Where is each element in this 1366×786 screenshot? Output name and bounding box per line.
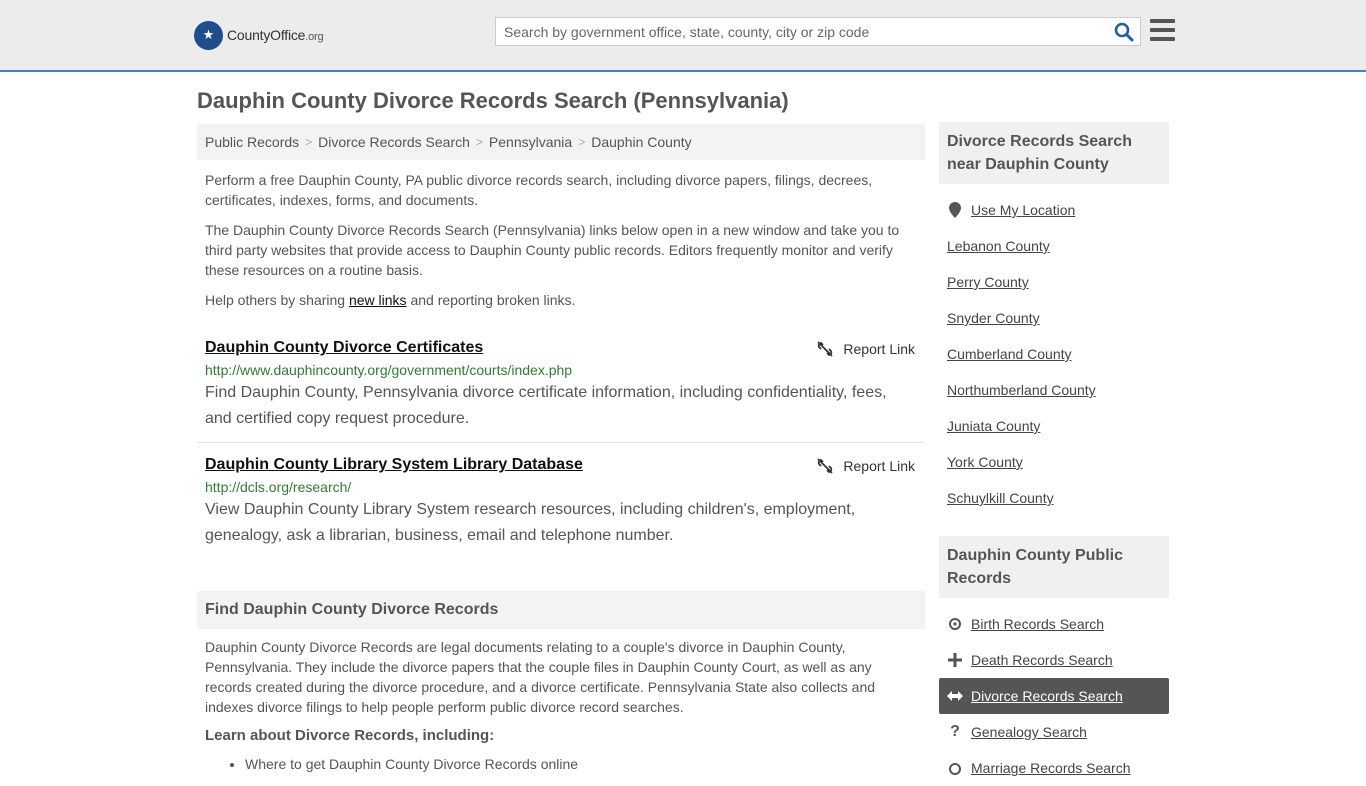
search-box [495,17,1141,46]
question-icon: ? [950,723,960,740]
logo-tld: .org [305,31,324,43]
nearby-list: Use My Location Lebanon County Perry Cou… [939,192,1169,516]
ring-icon [947,761,963,775]
public-records-block: Dauphin County Public Records Birth Reco… [939,536,1169,786]
sidebar-item-genealogy[interactable]: ? Genealogy Search [939,714,1169,750]
main-content: Public Records > Divorce Records Search … [197,124,925,772]
result-description: Find Dauphin County, Pennsylvania divorc… [205,384,887,427]
nearby-county-item[interactable]: Lebanon County [939,228,1169,264]
intro-paragraph-3: Help others by sharing new links and rep… [205,292,576,308]
report-link-label: Report Link [843,458,915,474]
broken-link-icon [817,458,834,474]
intro-paragraph-2: The Dauphin County Divorce Records Searc… [205,222,900,278]
breadcrumb: Public Records > Divorce Records Search … [197,124,925,160]
birth-records-link[interactable]: Birth Records Search [971,616,1104,632]
sidebar-item-marriage[interactable]: Marriage Records Search [939,750,1169,786]
nearby-county-link[interactable]: Cumberland County [947,346,1072,362]
nearby-county-item[interactable]: Schuylkill County [939,480,1169,516]
result-description: View Dauphin County Library System resea… [205,501,856,544]
sidebar-item-death[interactable]: Death Records Search [939,642,1169,678]
public-records-heading: Dauphin County Public Records [939,536,1169,598]
breadcrumb-pennsylvania[interactable]: Pennsylvania [489,134,572,150]
nearby-county-item[interactable]: Perry County [939,264,1169,300]
site-logo[interactable]: ★ CountyOffice.org [194,20,324,50]
intro-paragraph-1: Perform a free Dauphin County, PA public… [205,172,873,208]
intro-text: Perform a free Dauphin County, PA public… [197,170,925,310]
new-links-link[interactable]: new links [349,292,407,308]
result-title-link[interactable]: Dauphin County Divorce Certificates [205,339,483,356]
report-link-button[interactable]: Report Link [817,341,915,357]
list-item: Where to get Dauphin County Divorce Reco… [245,756,925,772]
result-title-link[interactable]: Dauphin County Library System Library Da… [205,456,583,473]
nearby-county-link[interactable]: Perry County [947,274,1029,290]
map-pin-icon [947,202,963,218]
genealogy-link[interactable]: Genealogy Search [971,724,1087,740]
learn-list: Where to get Dauphin County Divorce Reco… [197,756,925,772]
use-location-link[interactable]: Use My Location [971,202,1075,218]
page-title: Dauphin County Divorce Records Search (P… [197,88,789,113]
result-item: Dauphin County Library System Library Da… [197,455,925,549]
arrows-icon [947,690,963,702]
sidebar-item-birth[interactable]: Birth Records Search [939,606,1169,642]
nearby-county-item[interactable]: Snyder County [939,300,1169,336]
nearby-heading: Divorce Records Search near Dauphin Coun… [939,122,1169,184]
breadcrumb-dauphin-county[interactable]: Dauphin County [591,134,691,150]
report-link-label: Report Link [843,341,915,357]
breadcrumb-public-records[interactable]: Public Records [205,134,299,150]
nearby-county-link[interactable]: Northumberland County [947,382,1096,398]
report-link-button[interactable]: Report Link [817,458,915,474]
breadcrumb-separator: > [475,135,483,149]
nearby-county-link[interactable]: Lebanon County [947,238,1050,254]
result-divider [197,442,925,443]
logo-seal-icon: ★ [194,20,223,50]
nearby-county-link[interactable]: York County [947,454,1023,470]
public-records-list: Birth Records Search Death Records Searc… [939,606,1169,786]
nearby-county-item[interactable]: York County [939,444,1169,480]
sidebar-item-divorce[interactable]: Divorce Records Search [939,678,1169,714]
section-body: Dauphin County Divorce Records are legal… [205,639,876,715]
hamburger-menu-icon[interactable] [1150,19,1175,41]
broken-link-icon [817,341,834,357]
nearby-county-link[interactable]: Schuylkill County [947,490,1054,506]
result-title: Dauphin County Library System Library Da… [205,455,917,474]
sidebar: Divorce Records Search near Dauphin Coun… [939,122,1169,786]
result-item: Dauphin County Divorce Certificates http… [197,330,925,432]
section-heading: Find Dauphin County Divorce Records [197,591,925,629]
plus-icon [947,653,963,667]
logo-brand: CountyOffice [227,27,306,43]
result-title: Dauphin County Divorce Certificates [205,338,917,357]
nearby-county-item[interactable]: Northumberland County [939,372,1169,408]
learn-heading: Learn about Divorce Records, including: [205,727,495,744]
breadcrumb-divorce-records[interactable]: Divorce Records Search [318,134,470,150]
use-location-item[interactable]: Use My Location [939,192,1169,228]
result-url: http://www.dauphincounty.org/government/… [205,362,573,378]
nearby-county-item[interactable]: Juniata County [939,408,1169,444]
nearby-county-link[interactable]: Snyder County [947,310,1040,326]
search-input[interactable] [496,18,1096,45]
marriage-records-link[interactable]: Marriage Records Search [971,760,1131,776]
nearby-county-link[interactable]: Juniata County [947,418,1040,434]
death-records-link[interactable]: Death Records Search [971,652,1113,668]
search-icon[interactable] [1114,22,1134,42]
result-url: http://dcls.org/research/ [205,479,352,495]
nearby-county-item[interactable]: Cumberland County [939,336,1169,372]
divorce-records-link[interactable]: Divorce Records Search [971,688,1123,704]
birth-icon [947,617,963,631]
breadcrumb-separator: > [578,135,586,149]
site-header: ★ CountyOffice.org [0,0,1366,72]
breadcrumb-separator: > [305,135,313,149]
